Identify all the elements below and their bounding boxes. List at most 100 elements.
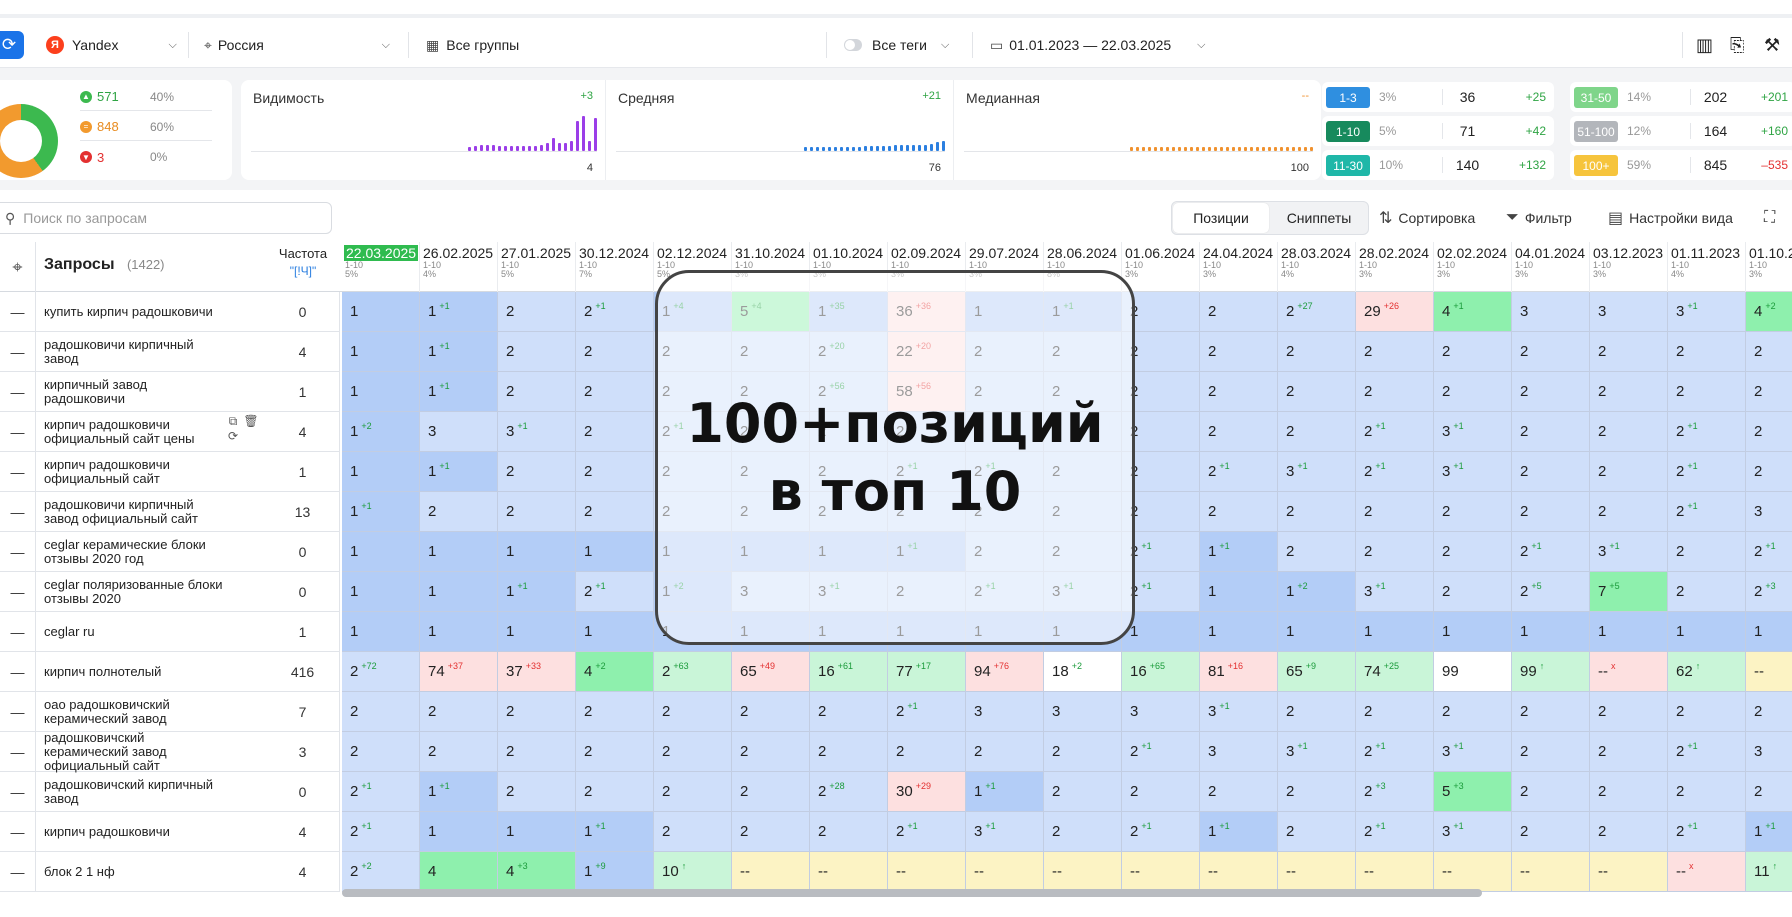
position-cell[interactable]: 2 (1590, 332, 1668, 372)
position-cell[interactable]: 1 (498, 812, 576, 852)
position-cell[interactable]: 2 (888, 732, 966, 772)
position-cell[interactable]: 3+1 (1434, 452, 1512, 492)
position-cell[interactable]: 3 (1200, 732, 1278, 772)
query-cell[interactable]: радошковичи кирпичный завод официальный … (36, 492, 266, 532)
frequency-header[interactable]: Частота "[!Ч]" (266, 246, 340, 278)
position-cell[interactable]: 3+1 (1278, 452, 1356, 492)
position-cell[interactable]: 1+1 (966, 772, 1044, 812)
position-cell[interactable]: 94 +76 (966, 652, 1044, 692)
position-cell[interactable]: 2 (1434, 692, 1512, 732)
position-cell[interactable]: 2 (342, 732, 420, 772)
position-cell[interactable]: 2 (1200, 332, 1278, 372)
position-cell[interactable]: 2+1 (888, 692, 966, 732)
position-cell[interactable]: 2 (498, 292, 576, 332)
position-cell[interactable]: 2 (1278, 532, 1356, 572)
chart-icon[interactable]: ▥ (1696, 22, 1713, 68)
position-cell[interactable]: -- (966, 852, 1044, 892)
tools-icon[interactable]: ⚒ (1764, 22, 1780, 68)
position-cell[interactable]: 2 +3 (1746, 572, 1792, 612)
query-cell[interactable]: радошковичи кирпичный завод (36, 332, 266, 372)
range-5[interactable]: 100+ 59% 845 –535 (1570, 150, 1792, 180)
position-cell[interactable]: 2 (1668, 372, 1746, 412)
position-cell[interactable]: 2 (1746, 372, 1792, 412)
position-cell[interactable]: 2 (1512, 412, 1590, 452)
position-cell[interactable]: 1 (342, 372, 420, 412)
position-cell[interactable]: 1+1 (498, 572, 576, 612)
position-cell[interactable]: 2 (1200, 412, 1278, 452)
position-cell[interactable]: 2 (1356, 532, 1434, 572)
position-cell[interactable]: 2 (1278, 372, 1356, 412)
position-cell[interactable]: 2 (420, 692, 498, 732)
position-cell[interactable]: 2 (420, 492, 498, 532)
date-header-17[interactable]: 01.11.2023 1-10 4% (1668, 242, 1746, 292)
edit-icon[interactable]: ⧉ (224, 414, 242, 429)
position-cell[interactable]: 2+1 (1668, 812, 1746, 852)
row-menu-icon[interactable]: — (0, 292, 36, 332)
position-cell[interactable]: 2 (1746, 332, 1792, 372)
position-cell[interactable]: 1 (342, 292, 420, 332)
position-cell[interactable]: 1 (1434, 612, 1512, 652)
position-cell[interactable]: 2+1 (342, 812, 420, 852)
query-cell[interactable]: кирпич радошковичи (36, 812, 266, 852)
position-cell[interactable]: 2 (1200, 292, 1278, 332)
position-cell[interactable]: 2+1 (576, 292, 654, 332)
position-cell[interactable]: 65 +49 (732, 652, 810, 692)
row-menu-icon[interactable]: — (0, 372, 36, 412)
position-cell[interactable]: 3+1 (1434, 732, 1512, 772)
position-cell[interactable]: 2+1 (1122, 732, 1200, 772)
range-2[interactable]: 11-30 10% 140 +132 (1322, 150, 1554, 180)
position-cell[interactable]: 65 +9 (1278, 652, 1356, 692)
position-cell[interactable]: 2 (654, 772, 732, 812)
position-cell[interactable]: 1 (342, 452, 420, 492)
position-cell[interactable]: 1 (342, 572, 420, 612)
position-cell[interactable]: 1+1 (576, 812, 654, 852)
horizontal-scrollbar[interactable] (342, 889, 1482, 897)
position-cell[interactable]: -- (1122, 852, 1200, 892)
position-cell[interactable]: 2 (1434, 532, 1512, 572)
position-cell[interactable]: 1 (576, 532, 654, 572)
position-cell[interactable]: 2+1 (1356, 412, 1434, 452)
position-cell[interactable]: 2 (576, 692, 654, 732)
position-cell[interactable]: 1+1 (1200, 812, 1278, 852)
position-cell[interactable]: 3 (1122, 692, 1200, 732)
position-cell[interactable]: 2 (1668, 772, 1746, 812)
tab-snippets[interactable]: Сниппеты (1271, 203, 1367, 233)
position-cell[interactable]: 2 (732, 692, 810, 732)
position-cell[interactable]: 2 (1434, 332, 1512, 372)
query-cell[interactable]: радошковичский кирпичный завод (36, 772, 266, 812)
position-cell[interactable]: 1 (1200, 612, 1278, 652)
position-cell[interactable]: 2 (1746, 412, 1792, 452)
position-cell[interactable]: 1 (498, 532, 576, 572)
position-cell[interactable]: 2 (1746, 692, 1792, 732)
position-cell[interactable]: 2 (576, 332, 654, 372)
position-cell[interactable]: 2 (1668, 332, 1746, 372)
position-cell[interactable]: 3+1 (966, 812, 1044, 852)
position-cell[interactable]: 2 +63 (654, 652, 732, 692)
position-cell[interactable]: -- (1746, 652, 1792, 692)
position-cell[interactable]: 2 (1200, 372, 1278, 412)
tab-positions[interactable]: Позиции (1173, 203, 1269, 233)
position-cell[interactable]: 2 (498, 332, 576, 372)
range-1[interactable]: 1-10 5% 71 +42 (1322, 116, 1554, 146)
position-cell[interactable]: 3 (1746, 732, 1792, 772)
position-cell[interactable]: 2 (966, 732, 1044, 772)
tags-select[interactable]: Все теги ⌵ (844, 22, 949, 68)
position-cell[interactable]: 2 (1200, 492, 1278, 532)
position-cell[interactable]: 2+1 (1668, 492, 1746, 532)
query-cell[interactable]: кирпичный завод радошковичи (36, 372, 266, 412)
position-cell[interactable]: 1+2 (342, 412, 420, 452)
position-cell[interactable]: 2 (1512, 332, 1590, 372)
row-menu-icon[interactable]: — (0, 732, 36, 772)
position-cell[interactable]: 1 (420, 612, 498, 652)
query-cell[interactable]: кирпич полнотелый (36, 652, 266, 692)
position-cell[interactable]: 2 (498, 372, 576, 412)
position-cell[interactable]: 2+1 (1668, 452, 1746, 492)
query-cell[interactable]: оао радошковичский керамический завод (36, 692, 266, 732)
query-cell[interactable]: ceglar ru (36, 612, 266, 652)
trash-icon[interactable]: 🗑 (242, 414, 260, 429)
position-cell[interactable]: 2 (1746, 452, 1792, 492)
position-cell[interactable]: 74 +37 (420, 652, 498, 692)
date-header-14[interactable]: 02.02.2024 1-10 3% (1434, 242, 1512, 292)
position-cell[interactable]: 5 +3 (1434, 772, 1512, 812)
position-cell[interactable]: 3+1 (1434, 812, 1512, 852)
